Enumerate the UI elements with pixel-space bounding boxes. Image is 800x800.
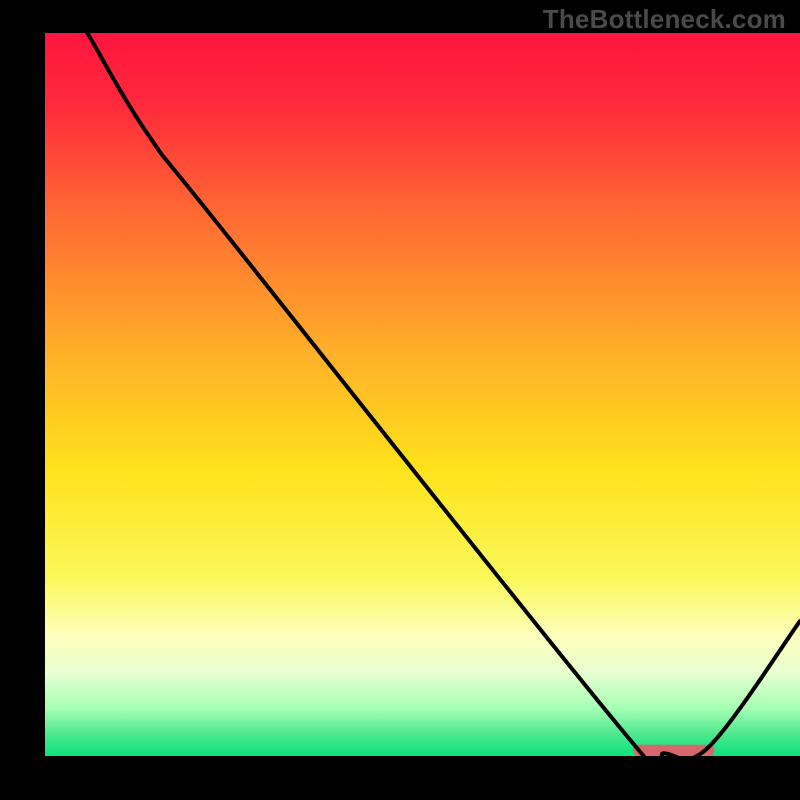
plot-background (42, 33, 800, 759)
watermark-text: TheBottleneck.com (543, 4, 786, 35)
chart-container: TheBottleneck.com (0, 0, 800, 800)
bottleneck-chart (0, 0, 800, 800)
